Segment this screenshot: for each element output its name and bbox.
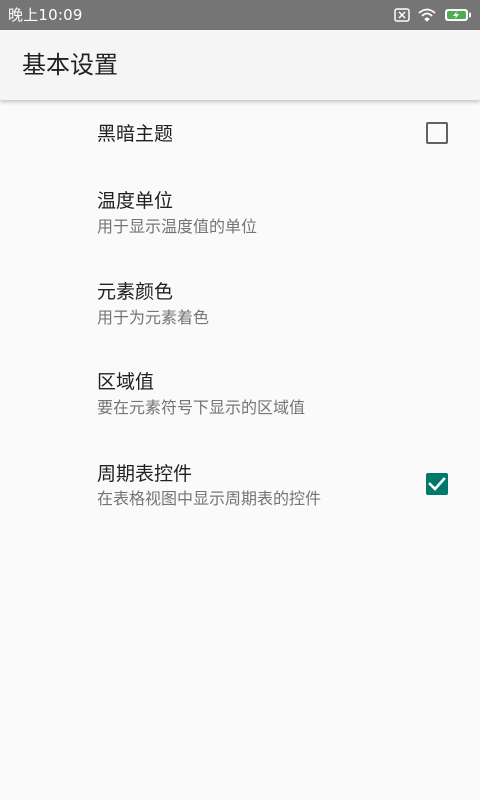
setting-temperature-unit[interactable] (0, 166, 480, 257)
setting-dark-theme[interactable] (0, 100, 480, 166)
setting-temperature-unit-title: 温度单位 (97, 190, 174, 212)
setting-periodic-table-widget-summary: 在表格视图中显示周期表的控件 (97, 489, 322, 508)
settings-list: 黑暗主题 温度单位 用于显示温度值的单位 元素颜色 用于为元素着色 区域值 要在… (0, 0, 480, 800)
check-icon (428, 477, 446, 491)
page-title: 基本设置 (22, 51, 118, 79)
app-bar: 基本设置 (0, 30, 480, 100)
setting-periodic-table-widget[interactable] (0, 437, 480, 537)
setting-area-value[interactable] (0, 347, 480, 437)
setting-dark-theme-title: 黑暗主题 (97, 123, 174, 145)
periodic-table-widget-checkbox[interactable] (426, 473, 448, 495)
setting-element-color-summary: 用于为元素着色 (97, 308, 210, 327)
setting-temperature-unit-summary: 用于显示温度值的单位 (97, 217, 258, 236)
setting-element-color-title: 元素颜色 (97, 281, 174, 303)
setting-periodic-table-widget-title: 周期表控件 (97, 463, 193, 485)
setting-area-value-title: 区域值 (97, 371, 155, 393)
setting-element-color[interactable] (0, 257, 480, 347)
dark-theme-checkbox[interactable] (426, 122, 448, 144)
setting-area-value-summary: 要在元素符号下显示的区域值 (97, 398, 306, 417)
